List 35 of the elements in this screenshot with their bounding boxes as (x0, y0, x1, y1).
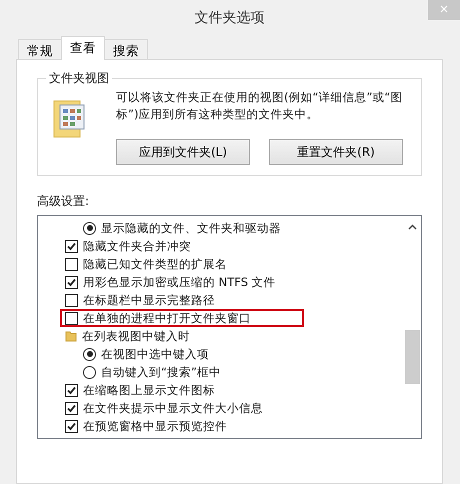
checkbox[interactable] (65, 420, 78, 432)
folder-icon (65, 330, 77, 342)
action-button[interactable]: 应用到文件夹(L) (116, 139, 250, 165)
checkbox[interactable] (65, 384, 78, 396)
checkbox[interactable] (65, 240, 78, 252)
section-label: 高级设置: (37, 193, 90, 210)
checkbox[interactable] (65, 294, 78, 306)
tab[interactable]: 搜索 (104, 39, 148, 60)
radio-button[interactable] (83, 366, 96, 378)
window-title: 文件夹选项 (194, 9, 264, 27)
checkbox[interactable] (65, 312, 78, 324)
radio-button[interactable] (83, 348, 96, 360)
option-label: 自动键入到“搜索”框中 (101, 364, 221, 380)
radio-button[interactable] (83, 222, 96, 234)
option-label: 在缩略图上显示文件图标 (83, 382, 215, 398)
tab[interactable]: 常规 (18, 39, 62, 60)
action-button[interactable]: 重置文件夹(R) (269, 139, 403, 165)
scroll-thumb[interactable] (405, 330, 420, 384)
option-label: 在文件夹提示中显示文件大小信息 (83, 400, 263, 416)
option-label: 用彩色显示加密或压缩的 NTFS 文件 (83, 274, 276, 290)
option-label: 在视图中选中键入项 (101, 346, 209, 362)
description-text: 可以将该文件夹正在使用的视图(例如“详细信息”或“图标”)应用到所有这种类型的文件夹中。 (116, 89, 404, 123)
scroll-up-icon[interactable] (408, 224, 417, 230)
option-label: 隐藏文件夹合并冲突 (83, 238, 191, 254)
checkbox[interactable] (65, 402, 78, 414)
option-label: 在预览窗格中显示预览控件 (83, 418, 227, 434)
option-label: 隐藏已知文件类型的扩展名 (83, 256, 227, 272)
checkbox[interactable] (65, 258, 78, 270)
group-title: 文件夹视图 (46, 70, 112, 87)
checkbox[interactable] (65, 276, 78, 288)
option-label: 显示隐藏的文件、文件夹和驱动器 (101, 220, 281, 236)
option-label: 在列表视图中键入时 (82, 328, 190, 344)
tab[interactable]: 查看 (61, 36, 105, 60)
option-label: 在标题栏中显示完整路径 (83, 292, 215, 308)
option-label: 在单独的进程中打开文件夹窗口 (83, 310, 251, 326)
